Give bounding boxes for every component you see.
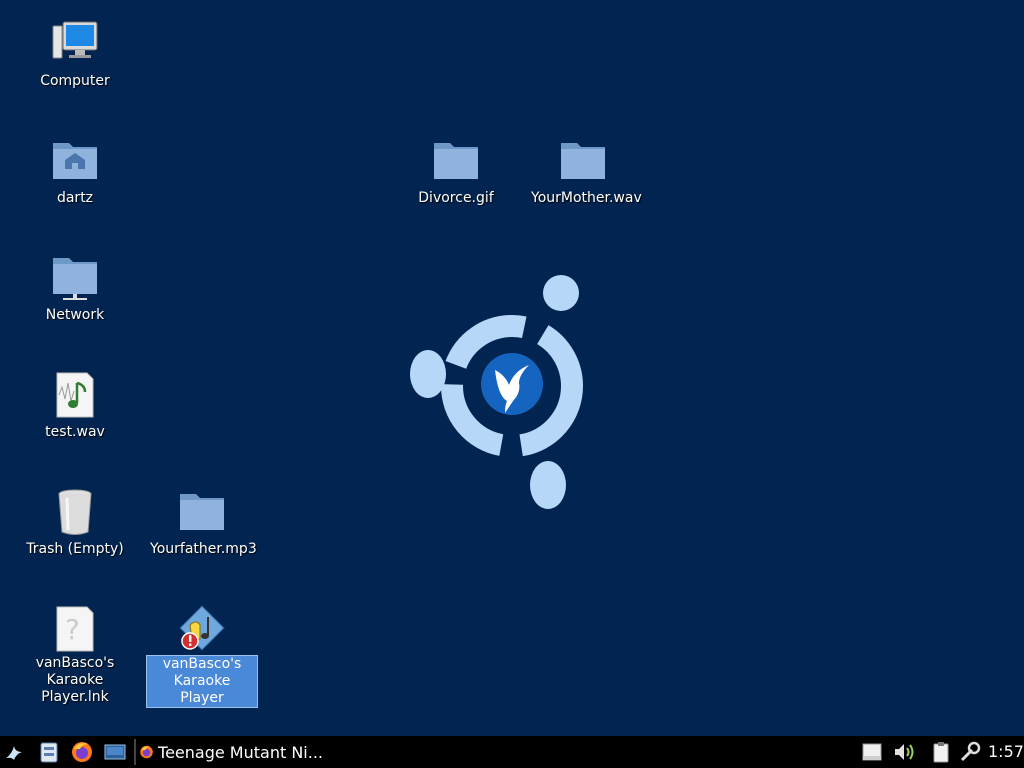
desktop-icon-network[interactable]: Network <box>15 254 135 324</box>
show-desktop-launcher[interactable] <box>103 740 127 764</box>
icon-label: dartz <box>56 190 94 206</box>
audio-file-icon <box>49 371 101 419</box>
desktop-icon-yourmother-wav[interactable]: YourMother.wav <box>523 137 643 207</box>
desktop-icon-dartz[interactable]: dartz <box>15 137 135 207</box>
desktop-icon-test-wav[interactable]: test.wav <box>15 371 135 441</box>
firefox-launcher[interactable] <box>70 740 94 764</box>
removable-drive-icon[interactable] <box>860 740 884 764</box>
taskbar-task-firefox[interactable]: Teenage Mutant Ni... <box>139 738 323 766</box>
start-menu-icon <box>6 746 22 760</box>
icon-label: test.wav <box>45 424 105 440</box>
file-manager-icon <box>40 742 58 763</box>
taskbar-separator <box>134 739 136 765</box>
desktop-icon-yourfather-mp3[interactable]: Yourfather.mp3 <box>142 488 262 558</box>
clock[interactable]: 1:57 <box>988 742 1024 761</box>
taskbar: Teenage Mutant Ni... 1:57 <box>0 736 1024 768</box>
home-folder-icon <box>49 137 101 185</box>
desktop-icon-vanbasco-lnk[interactable]: ? vanBasco's Karaoke Player.lnk <box>15 605 135 706</box>
karaoke-player-icon <box>176 605 228 653</box>
folder-icon <box>430 137 482 185</box>
desktop-icon-divorce-gif[interactable]: Divorce.gif <box>396 137 516 207</box>
desktop-icon-vanbasco-player[interactable]: vanBasco's Karaoke Player <box>142 605 262 708</box>
file-manager-launcher[interactable] <box>37 740 61 764</box>
clipboard-icon[interactable] <box>929 740 953 764</box>
icon-label: Network <box>45 307 105 323</box>
task-label: Teenage Mutant Ni... <box>158 742 323 762</box>
wallpaper-logo <box>410 275 583 509</box>
firefox-icon <box>140 745 153 759</box>
desktop-icon <box>104 744 126 760</box>
firefox-icon <box>72 742 92 762</box>
icon-label: Divorce.gif <box>418 190 494 206</box>
computer-icon <box>49 20 101 68</box>
icon-label: Computer <box>40 73 110 89</box>
start-menu-button[interactable] <box>2 740 26 764</box>
network-icon[interactable] <box>958 740 982 764</box>
desktop-icon-trash[interactable]: Trash (Empty) <box>15 488 135 558</box>
svg-text:?: ? <box>65 613 80 646</box>
desktop-icon-computer[interactable]: Computer <box>15 20 135 90</box>
icon-label: vanBasco's Karaoke Player.lnk <box>35 655 115 705</box>
desktop[interactable]: Computer dartz Network test.wav Trash (E… <box>0 0 1024 736</box>
icon-label: Yourfather.mp3 <box>150 541 257 557</box>
unknown-file-icon: ? <box>49 605 101 653</box>
network-folder-icon <box>49 254 101 302</box>
icon-label: Trash (Empty) <box>26 541 124 557</box>
icon-label: vanBasco's Karaoke Player <box>146 655 258 708</box>
icon-label: YourMother.wav <box>531 190 642 206</box>
folder-icon <box>176 488 228 536</box>
trash-icon <box>49 488 101 536</box>
volume-icon[interactable] <box>892 740 916 764</box>
folder-icon <box>557 137 609 185</box>
